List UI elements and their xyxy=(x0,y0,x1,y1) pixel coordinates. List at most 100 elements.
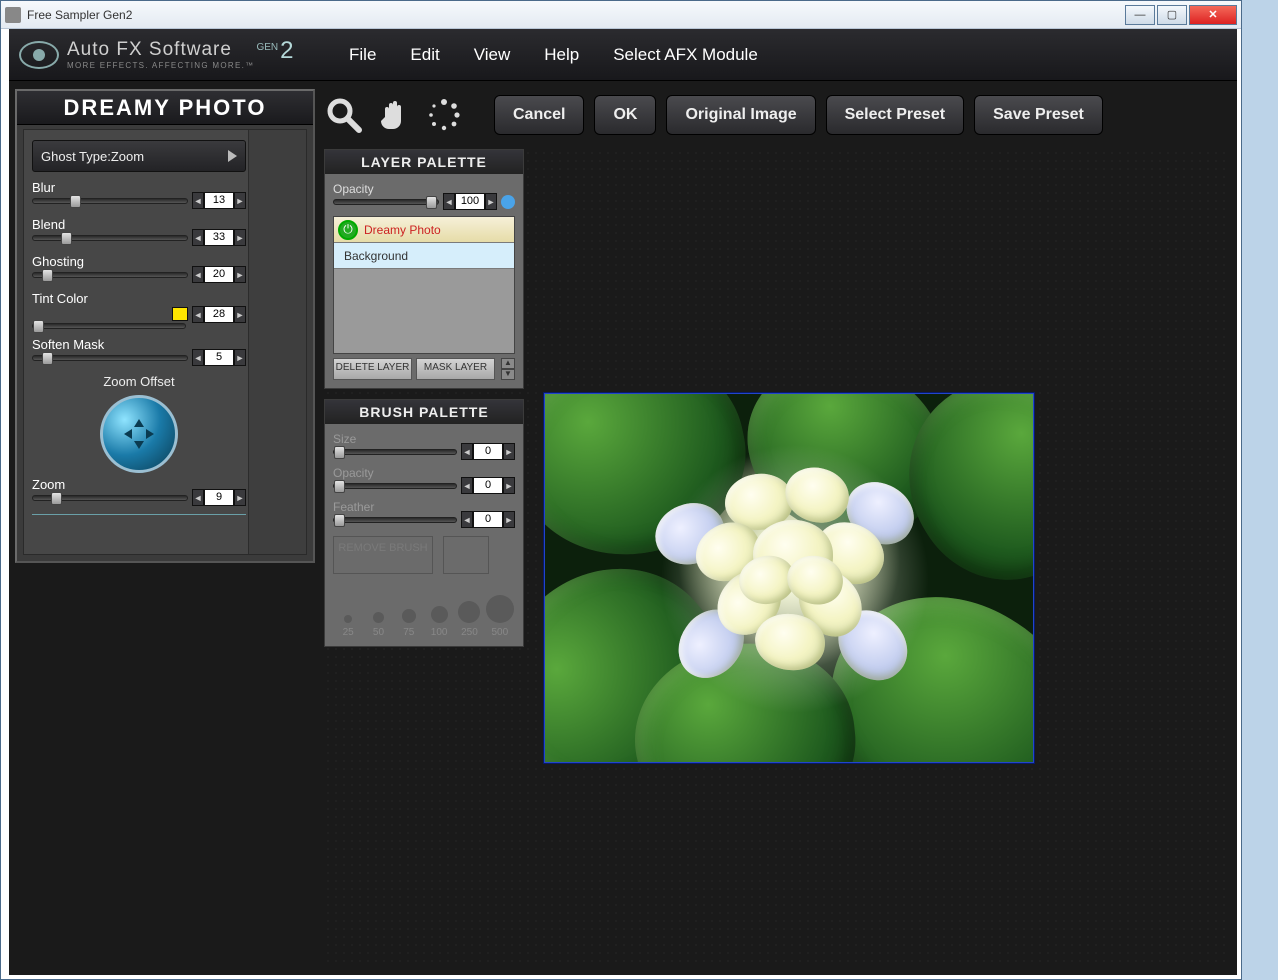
brush-opacity-value[interactable]: 0 xyxy=(473,477,503,494)
brush-size-250[interactable]: 250 xyxy=(454,588,484,638)
layer-opacity-slider[interactable] xyxy=(333,199,439,205)
tint-slider[interactable] xyxy=(32,323,186,329)
app-window: Free Sampler Gen2 — ▢ ✕ Auto FX Software… xyxy=(0,0,1242,980)
loading-spinner-icon[interactable] xyxy=(424,95,464,135)
soften-slider-row: Soften Mask ◄5► xyxy=(32,337,246,366)
ghosting-decr[interactable]: ◄ xyxy=(192,266,204,283)
mask-layer-button[interactable]: MASK LAYER xyxy=(416,358,495,380)
ghosting-slider[interactable] xyxy=(32,272,188,278)
ghost-type-value: Zoom xyxy=(111,149,144,164)
select-preset-button[interactable]: Select Preset xyxy=(826,95,965,135)
layer-opacity-decr[interactable]: ◄ xyxy=(443,193,455,210)
zoom-incr[interactable]: ► xyxy=(234,489,246,506)
zoom-value[interactable]: 9 xyxy=(204,489,234,506)
palette-column: LAYER PALETTE Opacity ◄100► ⏻ Dream xyxy=(324,149,524,657)
menu-select-module[interactable]: Select AFX Module xyxy=(613,45,758,65)
zoom-tool-icon[interactable] xyxy=(324,95,364,135)
blur-slider-row: Blur ◄13► xyxy=(32,180,246,209)
brand-name: Auto FX Software xyxy=(67,39,254,61)
ok-button[interactable]: OK xyxy=(594,95,656,135)
tint-slider-row: Tint Color ◄28► xyxy=(32,291,246,329)
zoom-offset-control[interactable] xyxy=(100,395,178,473)
brush-size-slider[interactable] xyxy=(333,449,457,455)
ghosting-slider-row: Ghosting ◄20► xyxy=(32,254,246,283)
zoom-slider-row: Zoom ◄9► xyxy=(32,477,246,506)
layer-palette: LAYER PALETTE Opacity ◄100► ⏻ Dream xyxy=(324,149,524,389)
brush-opacity-incr[interactable]: ► xyxy=(503,477,515,494)
brush-size-decr[interactable]: ◄ xyxy=(461,443,473,460)
menu-edit[interactable]: Edit xyxy=(410,45,439,65)
brush-size-75[interactable]: 75 xyxy=(394,588,424,638)
dropdown-arrow-icon xyxy=(228,150,237,162)
zoom-decr[interactable]: ◄ xyxy=(192,489,204,506)
tint-value[interactable]: 28 xyxy=(204,306,234,323)
blend-incr[interactable]: ► xyxy=(234,229,246,246)
layer-up-button[interactable]: ▲ xyxy=(501,358,515,369)
layer-opacity-info-icon[interactable] xyxy=(501,195,515,209)
brand-gen: GEN xyxy=(256,42,278,53)
menu-help[interactable]: Help xyxy=(544,45,579,65)
app-body: Auto FX Software MORE EFFECTS. AFFECTING… xyxy=(9,29,1237,975)
brush-palette: BRUSH PALETTE Size ◄0► Opacity ◄0► Feath… xyxy=(324,399,524,647)
eye-icon xyxy=(19,41,59,69)
menu-file[interactable]: File xyxy=(349,45,376,65)
preview-image[interactable] xyxy=(544,393,1034,763)
blur-value[interactable]: 13 xyxy=(204,192,234,209)
brush-preview xyxy=(443,536,489,574)
layer-bg-name: Background xyxy=(344,249,408,263)
blend-value[interactable]: 33 xyxy=(204,229,234,246)
blur-incr[interactable]: ► xyxy=(234,192,246,209)
soften-slider[interactable] xyxy=(32,355,188,361)
blend-slider[interactable] xyxy=(32,235,188,241)
layer-row-active[interactable]: ⏻ Dreamy Photo xyxy=(334,217,514,243)
brush-feather-slider[interactable] xyxy=(333,517,457,523)
tint-decr[interactable]: ◄ xyxy=(192,306,204,323)
brush-size-500[interactable]: 500 xyxy=(485,588,515,638)
layer-power-icon[interactable]: ⏻ xyxy=(338,220,358,240)
hand-tool-icon[interactable] xyxy=(374,95,414,135)
ghost-type-dropdown[interactable]: Ghost Type:Zoom xyxy=(32,140,246,172)
tint-color-swatch[interactable] xyxy=(172,307,188,321)
maximize-button[interactable]: ▢ xyxy=(1157,5,1187,25)
brush-size-value[interactable]: 0 xyxy=(473,443,503,460)
layer-down-button[interactable]: ▼ xyxy=(501,369,515,380)
soften-decr[interactable]: ◄ xyxy=(192,349,204,366)
ghosting-value[interactable]: 20 xyxy=(204,266,234,283)
close-button[interactable]: ✕ xyxy=(1189,5,1237,25)
remove-brush-button[interactable]: REMOVE BRUSH xyxy=(333,536,433,574)
menu-view[interactable]: View xyxy=(474,45,511,65)
soften-incr[interactable]: ► xyxy=(234,349,246,366)
toolbar: Cancel OK Original Image Select Preset S… xyxy=(324,89,1227,141)
brush-opacity-slider[interactable] xyxy=(333,483,457,489)
delete-layer-button[interactable]: DELETE LAYER xyxy=(333,358,412,380)
tint-incr[interactable]: ► xyxy=(234,306,246,323)
soften-value[interactable]: 5 xyxy=(204,349,234,366)
brush-size-100[interactable]: 100 xyxy=(424,588,454,638)
brush-opacity-decr[interactable]: ◄ xyxy=(461,477,473,494)
brush-feather-value[interactable]: 0 xyxy=(473,511,503,528)
layer-list: ⏻ Dreamy Photo Background xyxy=(333,216,515,354)
brush-opacity-row: Opacity ◄0► xyxy=(333,466,515,494)
tint-label: Tint Color xyxy=(32,291,88,306)
original-image-button[interactable]: Original Image xyxy=(666,95,815,135)
brush-size-incr[interactable]: ► xyxy=(503,443,515,460)
brush-size-50[interactable]: 50 xyxy=(363,588,393,638)
settings-side-column xyxy=(248,130,306,554)
cancel-button[interactable]: Cancel xyxy=(494,95,584,135)
layer-opacity-incr[interactable]: ► xyxy=(485,193,497,210)
blur-slider[interactable] xyxy=(32,198,188,204)
layer-opacity-value[interactable]: 100 xyxy=(455,193,485,210)
minimize-button[interactable]: — xyxy=(1125,5,1155,25)
layer-row-background[interactable]: Background xyxy=(334,243,514,269)
blend-decr[interactable]: ◄ xyxy=(192,229,204,246)
ghost-type-label: Ghost Type: xyxy=(41,149,111,164)
zoom-slider[interactable] xyxy=(32,495,188,501)
ghosting-incr[interactable]: ► xyxy=(234,266,246,283)
brush-feather-incr[interactable]: ► xyxy=(503,511,515,528)
effect-settings-panel: DREAMY PHOTO Ghost Type:Zoom Blur ◄13► xyxy=(15,89,315,563)
save-preset-button[interactable]: Save Preset xyxy=(974,95,1103,135)
window-titlebar[interactable]: Free Sampler Gen2 — ▢ ✕ xyxy=(1,1,1241,29)
brush-size-25[interactable]: 25 xyxy=(333,588,363,638)
brush-feather-decr[interactable]: ◄ xyxy=(461,511,473,528)
blur-decr[interactable]: ◄ xyxy=(192,192,204,209)
